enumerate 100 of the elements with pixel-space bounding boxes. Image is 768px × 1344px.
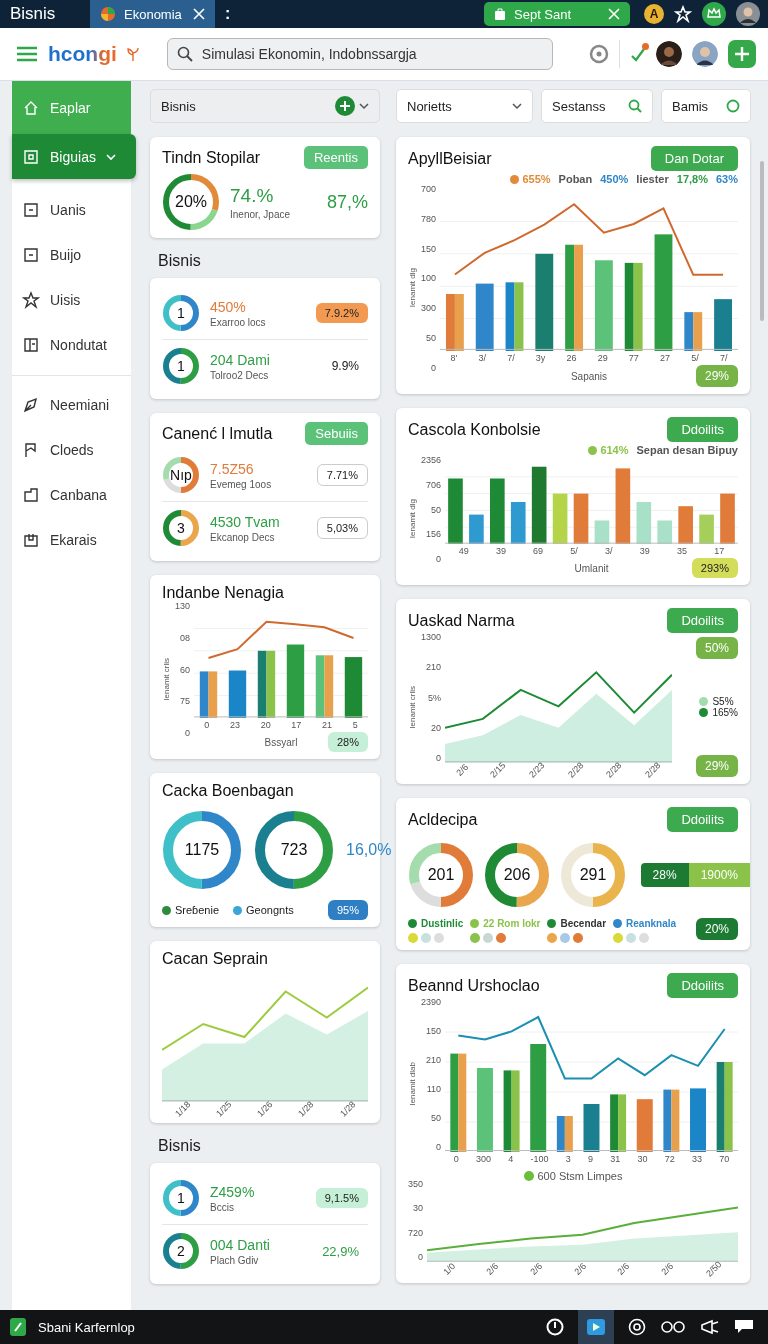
app-icon[interactable]	[10, 1318, 26, 1336]
legend-dot-icon	[523, 1171, 534, 1181]
axis-label: 20	[430, 722, 442, 733]
axis-label: 31	[610, 1154, 621, 1164]
axis-title: Ienamit dlab	[408, 1062, 417, 1106]
sidebar-item[interactable]: Buijo	[12, 232, 131, 277]
search-field[interactable]: Simulasi Ekonomin, Indobnssargja	[166, 38, 553, 70]
ring-value: 3	[177, 520, 185, 536]
bar	[573, 493, 589, 544]
axis-label: 2/6	[453, 762, 470, 778]
axis-label: 50	[430, 1113, 442, 1123]
search-icon	[628, 99, 642, 113]
filter-control[interactable]: Norietts	[396, 89, 533, 123]
axis-label: 350	[408, 1179, 424, 1189]
axis-label: 5	[352, 720, 358, 730]
power-icon[interactable]	[546, 1318, 564, 1336]
scrollbar[interactable]	[760, 161, 764, 321]
add-icon	[335, 96, 355, 116]
axis-label: 0	[435, 753, 442, 763]
bar	[315, 655, 334, 718]
axis-label: 08	[179, 632, 191, 643]
star-icon[interactable]	[674, 5, 692, 23]
axis-label: 0	[417, 1252, 424, 1262]
percent-label: 22,9%	[321, 1242, 360, 1261]
bar	[714, 299, 733, 351]
filter-control[interactable]: Sestanss	[541, 89, 653, 123]
bar	[610, 1094, 627, 1152]
bar	[699, 514, 714, 544]
bar	[556, 1116, 573, 1152]
sidebar-item[interactable]: Neemiani	[12, 382, 131, 427]
sidebar-item[interactable]: Uanis	[12, 187, 131, 232]
ring-value: Nıp	[170, 467, 192, 483]
axis-label: 0	[435, 554, 442, 564]
percent-badge: 28%	[327, 732, 368, 752]
stat-caption: Inenor, Jpace	[230, 208, 291, 220]
menu-icon[interactable]	[16, 45, 38, 63]
browser-tab[interactable]: Ekonomia	[90, 0, 215, 28]
filter-control[interactable]: Bisnis	[150, 89, 380, 123]
card-title: Acldecipa	[408, 810, 478, 829]
percent-segment: 1900%	[688, 863, 750, 887]
avatar-icon[interactable]	[736, 2, 760, 26]
card-title: Beannd Urshoclao	[408, 976, 540, 995]
axis-label: 780	[421, 213, 437, 224]
menu-dots[interactable]: :	[215, 5, 241, 23]
legend-label: 63%	[715, 173, 738, 185]
axis-label: 3	[565, 1154, 571, 1164]
bar	[636, 1099, 653, 1152]
donut-drawing	[162, 294, 200, 332]
filter-control[interactable]: Bamis	[661, 89, 751, 123]
sidebar-item[interactable]: Canbana	[12, 472, 131, 517]
ring-value: 723	[280, 841, 308, 859]
axis-label: 70	[719, 1154, 730, 1164]
axis-label: 0	[453, 1154, 459, 1164]
megaphone-icon[interactable]	[700, 1319, 720, 1335]
sidebar-item[interactable]: Nondutat	[12, 322, 131, 367]
legend-label: Dustinlic	[421, 918, 464, 929]
avatar-icon[interactable]	[656, 41, 682, 67]
bar	[257, 650, 276, 718]
sidebar-item[interactable]: Biguias	[12, 134, 136, 179]
row-value: 204 Dami	[210, 351, 270, 368]
axis-label: 7/	[719, 353, 728, 363]
axis-label: 100	[421, 273, 437, 284]
row-caption: Plach Gdiv	[210, 1254, 260, 1266]
axis-label: 700	[421, 184, 437, 194]
sprout-icon	[126, 47, 139, 61]
notification-dot	[642, 43, 649, 50]
axis-title: Sapanis	[570, 370, 608, 382]
axis-label: 0	[204, 720, 210, 730]
axis-label: 0	[430, 362, 437, 373]
coin-badge[interactable]: A	[644, 4, 664, 24]
folder-icon	[22, 485, 40, 504]
search-icon	[176, 46, 193, 62]
close-icon[interactable]	[608, 8, 620, 20]
add-button[interactable]	[728, 40, 756, 68]
ring-value: 1	[177, 305, 185, 321]
ring-value: 1	[177, 358, 185, 374]
axis-label: 2356	[421, 455, 442, 465]
app-title: Bisnis	[9, 4, 57, 24]
avatar-icon[interactable]	[692, 41, 718, 67]
at-icon[interactable]	[628, 1318, 646, 1336]
close-icon[interactable]	[193, 8, 205, 20]
axis-label: 5%	[427, 692, 442, 703]
percent-badge: 50%	[695, 637, 738, 659]
ring-value: 1175	[184, 841, 220, 859]
axis-label: 706	[425, 479, 442, 490]
percent-badge: 29%	[695, 365, 738, 387]
sidebar-item[interactable]: Uisis	[12, 277, 131, 322]
bar	[690, 1088, 707, 1152]
axis-label: 2/6	[528, 1261, 545, 1277]
sidebar-item[interactable]: Cloeds	[12, 427, 131, 472]
row-caption: Exarroo locs	[210, 316, 266, 328]
axis-label: 0	[184, 728, 191, 738]
crown-icon[interactable]	[702, 2, 726, 26]
taskbar-title: Sbani Karfernlop	[38, 1319, 135, 1335]
book-icon	[22, 335, 40, 354]
percent-badge: 7.9.2%	[315, 303, 368, 323]
sidebar-item[interactable]: Ekarais	[12, 517, 131, 562]
section-heading: Bisnis	[158, 252, 202, 270]
message-icon[interactable]	[734, 1319, 754, 1335]
bar	[505, 282, 524, 351]
